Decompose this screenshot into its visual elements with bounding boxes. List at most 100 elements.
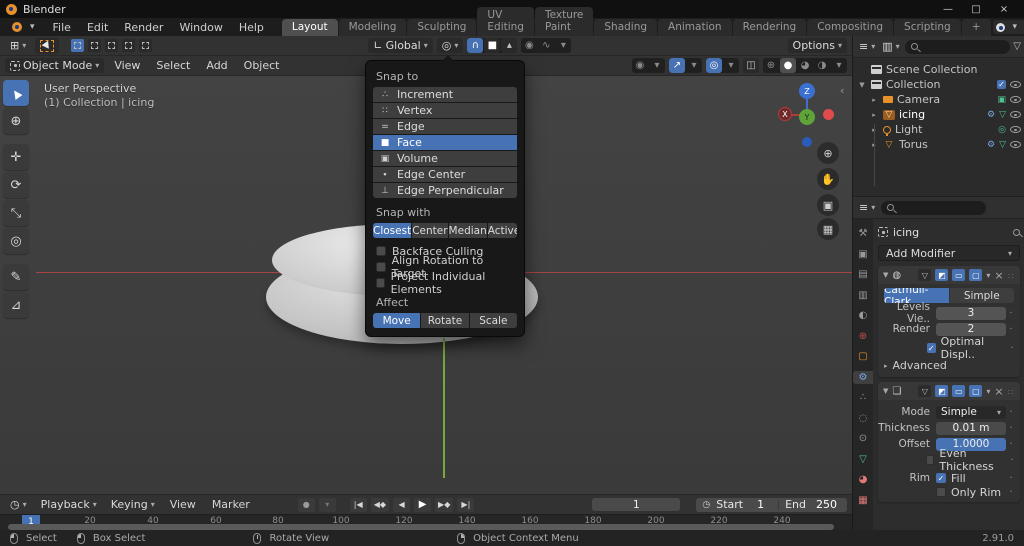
eye-icon[interactable]	[1010, 96, 1021, 103]
pin-icon[interactable]	[1013, 228, 1020, 236]
select-mode-tweak[interactable]	[71, 39, 85, 52]
remove-modifier-button[interactable]: ×	[994, 269, 1003, 282]
shading-wireframe-button[interactable]: ⊕	[763, 58, 779, 73]
shading-material-button[interactable]: ◕	[797, 58, 813, 73]
tab-particles[interactable]: ∴	[856, 391, 870, 404]
drag-handle[interactable]: ::	[1008, 387, 1015, 396]
animate-dot[interactable]: ·	[1006, 487, 1016, 498]
gizmo-y-ball[interactable]: Y	[799, 109, 815, 125]
tab-material[interactable]: ◕	[856, 473, 870, 486]
torus-label[interactable]: Torus	[899, 138, 983, 151]
next-keyframe-button[interactable]: ▶◆	[435, 497, 454, 512]
eye-icon[interactable]	[1010, 81, 1021, 88]
tab-constraints[interactable]: ⊙	[856, 432, 870, 445]
menu-edit[interactable]: Edit	[79, 18, 116, 36]
simple-button[interactable]: Simple	[949, 288, 1014, 303]
row-light[interactable]: ▸ Light ◎	[853, 122, 1024, 137]
affect-scale[interactable]: Scale	[469, 313, 517, 328]
gizmo-z-neg-ball[interactable]	[802, 137, 812, 147]
overlays-icon[interactable]: ◎	[706, 58, 722, 73]
select-mode-extend[interactable]	[88, 39, 102, 52]
gizmo-dropdown[interactable]: ▾	[686, 58, 702, 73]
snap-with-active[interactable]: Active	[487, 223, 517, 238]
project-elements-row[interactable]: Project Individual Elements	[373, 270, 517, 296]
play-button[interactable]: ▶	[414, 497, 432, 512]
show-render-toggle[interactable]: ▢	[969, 385, 983, 397]
solidify-panel-header[interactable]: ▼ ❏ ▽ ◩ ▭ ▢ ▾ × ::	[878, 382, 1020, 400]
outliner-search-input[interactable]	[904, 39, 1011, 54]
affect-move[interactable]: Move	[373, 313, 421, 328]
extras-dropdown[interactable]: ▾	[986, 271, 990, 280]
light-label[interactable]: Light	[895, 123, 994, 136]
object-types-dropdown[interactable]: ▾	[649, 58, 665, 73]
snap-item-edge-perpendicular[interactable]: ⊥ Edge Perpendicular	[373, 183, 517, 198]
view-menu[interactable]: View	[164, 498, 202, 511]
editor-type-properties-dropdown[interactable]: ≡ ▾	[857, 200, 877, 215]
tab-animation[interactable]: Animation	[658, 19, 732, 36]
tab-physics[interactable]: ◌	[856, 412, 870, 425]
collection-checkbox[interactable]: ✓	[997, 80, 1006, 89]
icing-label[interactable]: icing	[899, 108, 983, 121]
transform-orientation-dropdown[interactable]: ∟ Global ▾	[368, 38, 433, 53]
tab-compositing[interactable]: Compositing	[807, 19, 894, 36]
add-workspace-button[interactable]: +	[961, 19, 991, 36]
jump-to-start-button[interactable]: |◀	[349, 497, 367, 512]
navigation-gizmo[interactable]: Z X Y	[770, 81, 845, 231]
tab-object-data[interactable]: ▽	[856, 453, 870, 466]
options-dropdown[interactable]: Options ▾	[787, 38, 847, 53]
editor-type-outliner-dropdown[interactable]: ≡ ▾	[857, 39, 877, 54]
scene-collection-label[interactable]: Scene Collection	[886, 63, 1021, 76]
gizmo-z-ball[interactable]: Z	[799, 83, 815, 99]
tab-shading[interactable]: Shading	[594, 19, 658, 36]
auto-key-button[interactable]: ●	[297, 497, 315, 512]
playback-menu[interactable]: Playback ▾	[36, 497, 102, 512]
show-viewport-toggle[interactable]: ▭	[952, 269, 966, 281]
snap-item-increment[interactable]: ∴ Increment	[373, 87, 517, 102]
current-frame-field[interactable]: 1	[592, 498, 681, 511]
edit-mode-toggle[interactable]: ▽	[918, 385, 932, 397]
tab-world[interactable]: ⊕	[856, 330, 870, 343]
snap-dropdown-button[interactable]: ▴	[501, 38, 518, 53]
gizmo-icon[interactable]: ↗	[669, 58, 685, 73]
menu-help[interactable]: Help	[231, 18, 272, 36]
start-value[interactable]: 1	[749, 498, 772, 511]
show-render-toggle[interactable]: ▢	[969, 269, 983, 281]
thickness-field[interactable]: 0.01 m	[936, 421, 1006, 435]
active-tool-button[interactable]	[35, 37, 60, 54]
eye-icon[interactable]	[1010, 126, 1021, 133]
maximize-button[interactable]: □	[962, 4, 990, 15]
tool-measure[interactable]: ⊿	[3, 292, 29, 318]
edit-mode-toggle[interactable]: ▽	[918, 269, 932, 281]
scene-name[interactable]: Scene	[1019, 21, 1024, 34]
gizmo-x-pos-ball[interactable]	[823, 109, 834, 120]
add-modifier-dropdown[interactable]: Add Modifier ▾	[878, 245, 1020, 261]
select-mode-subtract[interactable]	[105, 39, 119, 52]
row-collection[interactable]: ▼ Collection ✓	[853, 77, 1024, 92]
proportional-edit-button[interactable]: ◉	[521, 38, 537, 53]
tab-texture-paint[interactable]: Texture Paint	[534, 7, 594, 36]
animate-dot[interactable]: ·	[1006, 407, 1016, 418]
tab-view-layer[interactable]: ▥	[856, 289, 870, 302]
expand-icon[interactable]: ▸	[869, 111, 879, 119]
align-rotation-checkbox[interactable]	[376, 262, 386, 272]
backface-culling-checkbox[interactable]	[376, 246, 386, 256]
tab-tool[interactable]: ⚒	[856, 227, 870, 240]
menu-object[interactable]: Object	[238, 59, 286, 72]
on-cage-toggle[interactable]: ◩	[935, 269, 949, 281]
select-mode-invert[interactable]	[122, 39, 136, 52]
xray-toggle[interactable]: ◫	[743, 58, 759, 73]
menu-select[interactable]: Select	[150, 59, 196, 72]
animate-dot[interactable]: ·	[1008, 343, 1016, 354]
editor-type-3d-dropdown[interactable]: ⊞ ▾	[5, 38, 31, 53]
expand-icon[interactable]: ▸	[869, 96, 879, 104]
tab-scripting[interactable]: Scripting	[894, 19, 961, 36]
shading-dropdown[interactable]: ▾	[831, 58, 847, 73]
animate-dot[interactable]: ·	[1006, 473, 1016, 484]
menu-render[interactable]: Render	[116, 18, 171, 36]
gizmo-x-neg-ball[interactable]: X	[778, 107, 792, 121]
menu-file[interactable]: File	[45, 18, 79, 36]
tab-texture[interactable]: ▦	[856, 494, 870, 507]
timeline-ruler[interactable]: 20 40 60 80 100 120 140 160 180 200 220 …	[0, 514, 852, 530]
tool-select-box[interactable]: ▲	[3, 80, 29, 106]
menu-view[interactable]: View	[108, 59, 146, 72]
